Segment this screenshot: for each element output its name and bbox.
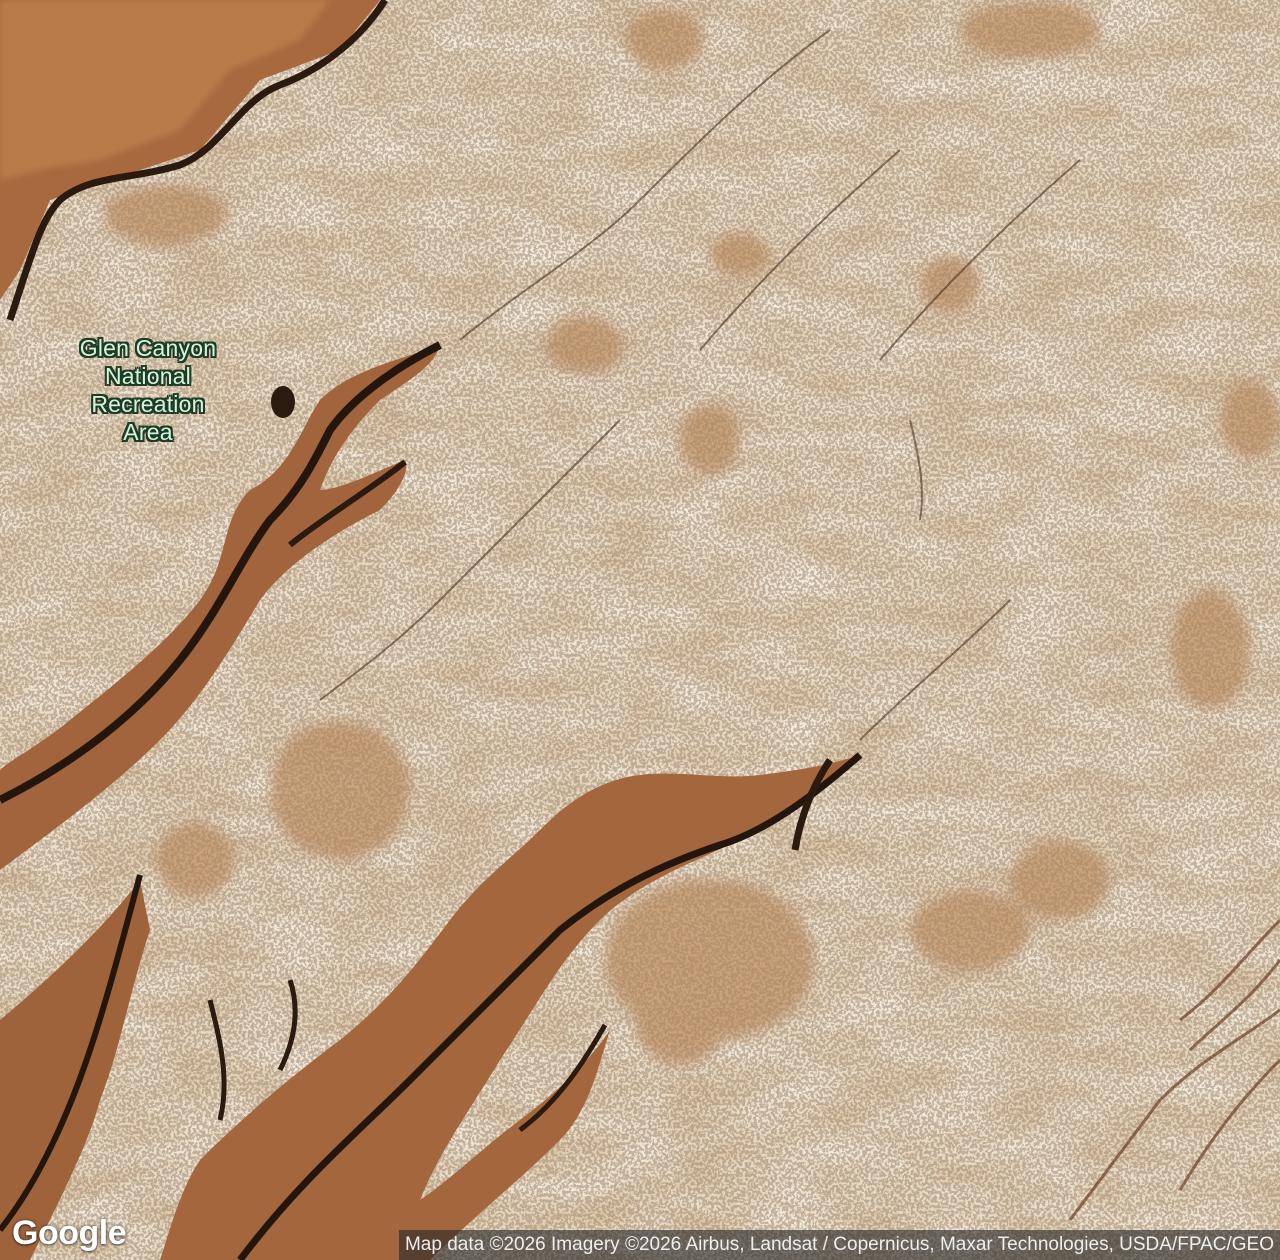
satellite-imagery[interactable] xyxy=(0,0,1280,1260)
place-label-line-3: Recreation xyxy=(91,391,205,417)
place-label-line-1: Glen Canyon xyxy=(79,335,217,361)
place-label-glen-canyon[interactable]: Glen Canyon National Recreation Area xyxy=(48,334,248,446)
place-label-line-4: Area xyxy=(123,419,173,445)
map-attribution[interactable]: Map data ©2026 Imagery ©2026 Airbus, Lan… xyxy=(398,1230,1280,1260)
satellite-map[interactable]: Glen Canyon National Recreation Area Goo… xyxy=(0,0,1280,1260)
place-label-line-2: National xyxy=(105,363,191,389)
google-logo: Google xyxy=(12,1214,127,1252)
